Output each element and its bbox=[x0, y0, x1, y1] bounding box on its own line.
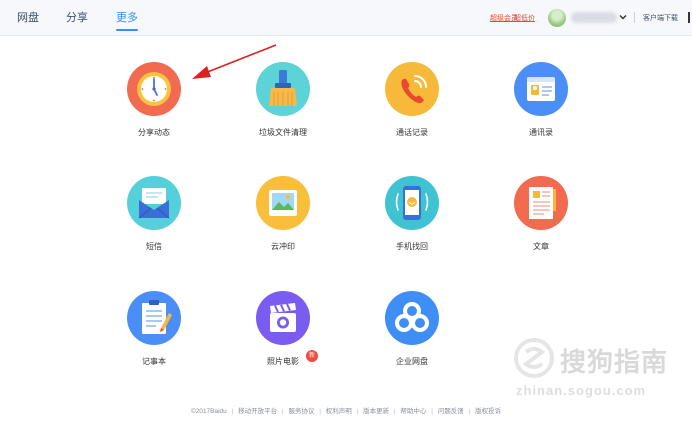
divider bbox=[634, 12, 635, 23]
app-photo-movie[interactable]: 照片电影 bbox=[238, 291, 328, 391]
broom-icon bbox=[256, 62, 310, 116]
footer-link[interactable]: 移动开放平台 bbox=[238, 408, 277, 415]
app-label: 记事本 bbox=[142, 357, 166, 366]
app-label: 手机找回 bbox=[396, 242, 428, 251]
footer-link[interactable]: 版权投诉 bbox=[475, 408, 501, 415]
app-articles[interactable]: 文章 bbox=[496, 176, 586, 276]
app-sms[interactable]: 短信 bbox=[109, 176, 199, 276]
tab-more[interactable]: 更多 bbox=[116, 0, 138, 36]
avatar[interactable] bbox=[548, 9, 566, 27]
clapperboard-icon bbox=[256, 291, 310, 345]
notepad-icon bbox=[127, 291, 181, 345]
clock-icon bbox=[127, 62, 181, 116]
cloud-icon bbox=[385, 291, 439, 345]
app-cloud-print[interactable]: 云冲印 bbox=[238, 176, 328, 276]
app-label: 短信 bbox=[146, 242, 162, 251]
footer: ©2017Baidu | 移动开放平台 | 服务协议 | 权利声明 | 版本更新… bbox=[190, 408, 502, 415]
app-label: 垃圾文件清理 bbox=[259, 128, 307, 137]
find-phone-icon bbox=[385, 176, 439, 230]
footer-link[interactable]: 服务协议 bbox=[288, 408, 314, 415]
app-contacts[interactable]: 通讯录 bbox=[496, 62, 586, 162]
username-blurred[interactable] bbox=[571, 12, 617, 23]
edge-marker bbox=[688, 12, 690, 23]
watermark-url: zhinan.sogou.com bbox=[516, 383, 647, 398]
phone-icon bbox=[385, 62, 439, 116]
footer-link[interactable]: 权利声明 bbox=[326, 408, 352, 415]
app-share-activity[interactable]: 分享动态 bbox=[109, 62, 199, 162]
tab-netdisk[interactable]: 网盘 bbox=[17, 0, 39, 36]
watermark-text: 搜狗指南 bbox=[560, 347, 669, 377]
app-label: 通话记录 bbox=[396, 128, 428, 137]
contacts-card-icon bbox=[514, 62, 568, 116]
footer-copyright: ©2017Baidu bbox=[190, 408, 227, 415]
app-label: 企业网盘 bbox=[396, 357, 428, 366]
app-junk-cleanup[interactable]: 垃圾文件清理 bbox=[238, 62, 328, 162]
app-label: 云冲印 bbox=[271, 242, 295, 251]
app-label: 通讯录 bbox=[529, 128, 553, 137]
footer-link[interactable]: 版本更新 bbox=[363, 408, 389, 415]
photo-icon bbox=[256, 176, 310, 230]
chevron-down-icon[interactable] bbox=[619, 13, 627, 21]
document-icon bbox=[514, 176, 568, 230]
tab-share[interactable]: 分享 bbox=[66, 0, 88, 36]
footer-link[interactable]: 问题反馈 bbox=[438, 408, 464, 415]
app-notepad[interactable]: 记事本 bbox=[109, 291, 199, 391]
envelope-icon bbox=[127, 176, 181, 230]
app-find-phone[interactable]: 手机找回 bbox=[367, 176, 457, 276]
footer-link[interactable]: 帮助中心 bbox=[400, 408, 426, 415]
new-badge: 新 bbox=[306, 350, 318, 362]
low-price-link[interactable]: 超低价 bbox=[514, 13, 535, 23]
app-call-log[interactable]: 通话记录 bbox=[367, 62, 457, 162]
app-label: 分享动态 bbox=[138, 128, 170, 137]
client-download-link[interactable]: 客户端下载 bbox=[643, 13, 678, 23]
app-label: 文章 bbox=[533, 242, 549, 251]
top-navigation-bar: 网盘 分享 更多 超级会员 超低价 客户端下载 bbox=[0, 0, 692, 36]
app-enterprise-disk[interactable]: 企业网盘 bbox=[367, 291, 457, 391]
